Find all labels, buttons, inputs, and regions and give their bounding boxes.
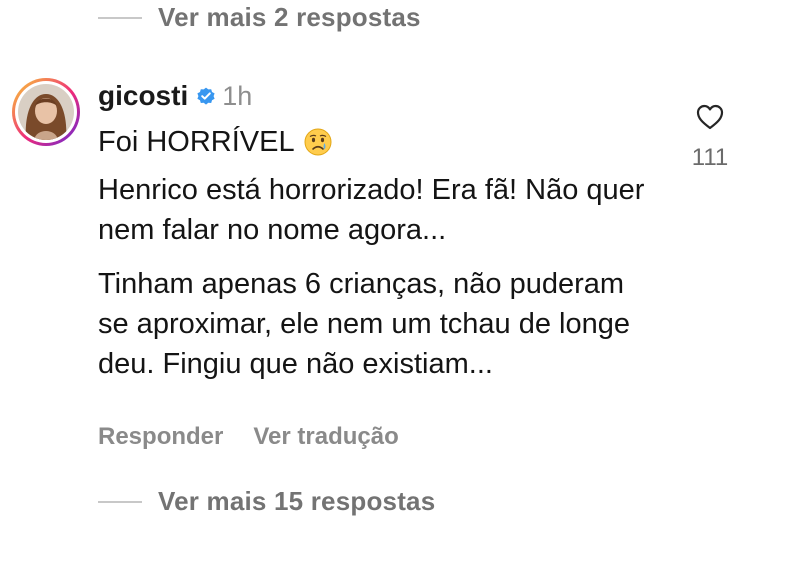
comment-timestamp: 1h [222, 80, 253, 111]
verified-badge-icon [197, 87, 215, 105]
comment-line-2: Henrico está horrorizado! Era fã! Não qu… [98, 174, 645, 246]
view-more-replies-label: Ver mais 15 respostas [158, 486, 436, 516]
like-control: 111 [690, 104, 730, 172]
comment-actions: Responder Ver tradução [98, 423, 399, 451]
reply-thread-line [98, 16, 142, 19]
reply-button[interactable]: Responder [98, 423, 223, 451]
crying-face-icon [304, 128, 332, 156]
view-more-replies-bottom[interactable]: Ver mais 15 respostas [98, 486, 435, 517]
comment-line-1-text: Foi HORRÍVEL [98, 126, 295, 158]
view-more-replies-top[interactable]: Ver mais 2 respostas [98, 2, 421, 33]
comment-header: gicosti 1h [98, 80, 252, 112]
avatar-image [18, 84, 74, 140]
heart-icon[interactable] [696, 104, 724, 130]
reply-thread-line [98, 500, 142, 503]
comment-body: Foi HORRÍVEL Henrico está horrorizado! E… [98, 122, 658, 384]
see-translation-button[interactable]: Ver tradução [253, 423, 398, 451]
comment-line-3: Tinham apenas 6 crianças, não puderam se… [98, 268, 630, 380]
comment-line-1: Foi HORRÍVEL [98, 122, 658, 162]
like-count: 111 [691, 144, 729, 171]
view-more-replies-label: Ver mais 2 respostas [158, 2, 421, 32]
avatar-ring [15, 81, 77, 143]
username[interactable]: gicosti [98, 80, 188, 112]
avatar[interactable] [12, 78, 80, 146]
